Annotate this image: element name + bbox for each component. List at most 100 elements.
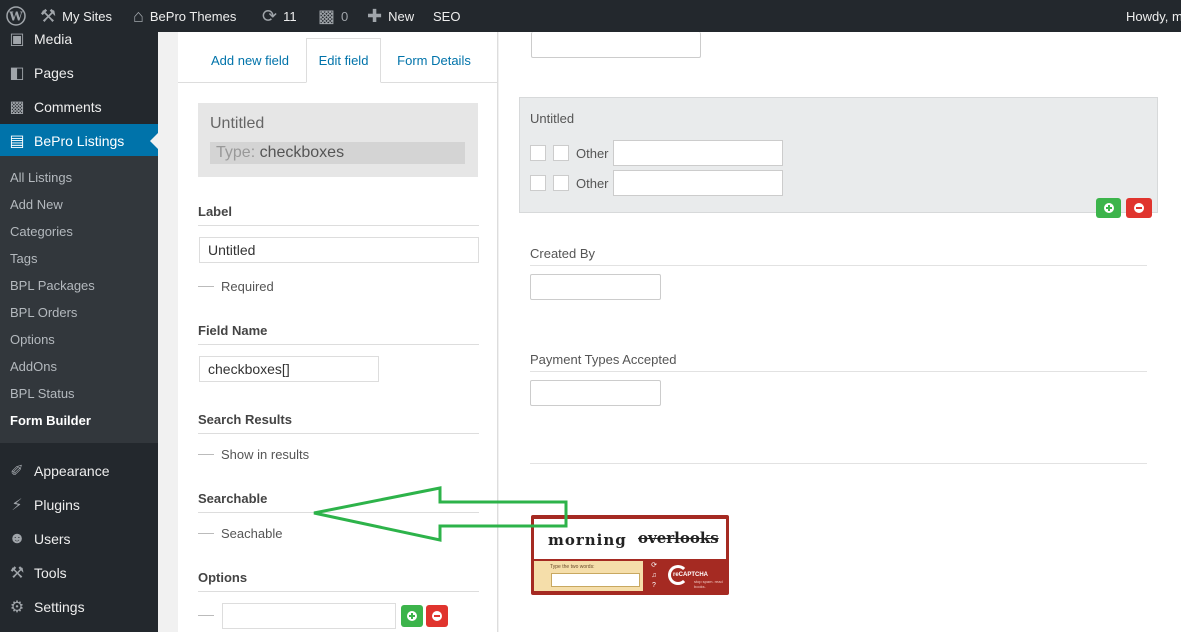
preview-checkbox[interactable] [553,175,569,191]
preview-field-title: Untitled [530,111,575,126]
preview-checkbox-field[interactable]: Untitled Other Other [519,97,1158,218]
sidebar-item-users[interactable]: ☻ Users [0,522,158,556]
tab-edit-field[interactable]: Edit field [306,38,381,83]
searchable-label: Seachable [221,526,283,541]
submenu-item-bpl-orders[interactable]: BPL Orders [10,305,77,320]
preview-checkbox[interactable] [553,145,569,161]
sidebar-item-media[interactable]: ▣ Media [0,22,158,56]
tab-form-details[interactable]: Form Details [386,38,482,83]
preview-option-label: Other [576,145,609,161]
sidebar-item-plugins[interactable]: ⚡ Plugins [0,488,158,522]
field-type-prefix: Type: [216,144,260,161]
editor-tabs: Add new field Edit field Form Details [178,32,498,83]
option-input[interactable] [222,603,396,629]
sidebar-item-label: Appearance [34,463,110,479]
label-heading: Label [198,204,232,219]
account-menu[interactable]: Howdy, m [1126,0,1181,32]
submenu-item-all-listings[interactable]: All Listings [10,170,72,185]
submenu-item-bpl-packages[interactable]: BPL Packages [10,278,95,293]
add-option-button[interactable] [401,605,423,627]
searchable-option[interactable]: Seachable [198,526,282,541]
field-card-type: Type: checkboxes [210,142,465,164]
sidebar-item-label: Media [34,31,73,47]
label-input[interactable]: Untitled [199,237,479,263]
sidebar-item-tools[interactable]: ⚒ Tools [0,556,158,590]
plug-icon: ⚡ [11,497,23,514]
seo-menu[interactable]: SEO [433,0,460,32]
required-option[interactable]: Required [198,279,274,294]
audio-icon[interactable]: ♫ [648,572,660,580]
submenu-item-options[interactable]: Options [10,332,55,347]
sidebar-item-comments[interactable]: ▩ Comments [0,90,158,124]
sidebar-item-pages[interactable]: ◧ Pages [0,56,158,90]
captcha-answer-box: Type the two words: [534,561,643,591]
divider [530,371,1147,372]
tab-add-new-field[interactable]: Add new field [198,38,302,83]
preview-option-row: Other [530,140,783,166]
submenu-item-add-new[interactable]: Add New [10,197,63,212]
remove-option-button[interactable] [426,605,448,627]
seo-label: SEO [433,8,461,24]
payment-types-label: Payment Types Accepted [530,352,677,367]
comments-menu[interactable]: ▩ 0 [318,0,348,32]
paintbrush-icon: ✐ [10,463,24,480]
divider [530,463,1147,464]
speech-bubble-icon: ▩ [318,5,336,26]
sidebar-item-appearance[interactable]: ✐ Appearance [0,454,158,488]
payment-types-input[interactable] [530,380,661,406]
show-in-results-label: Show in results [221,447,310,462]
selected-field-card[interactable]: Untitled Type: checkboxes [198,103,478,177]
preview-checkbox[interactable] [530,145,546,161]
preview-field-input-partial[interactable] [531,32,701,58]
bepro-listings-submenu: All Listings Add New Categories Tags BPL… [0,156,158,443]
admin-bar: W ⚒ My Sites ⌂ BePro Themes ⟳ 11 ▩ 0 ✚ N… [0,0,1181,32]
new-label: New [388,8,415,24]
searchable-heading: Searchable [198,491,268,506]
site-name-label: BePro Themes [149,8,237,24]
captcha-tagline: stop spam. read books. [694,579,723,589]
updates-menu[interactable]: ⟳ 11 [262,0,297,32]
admin-sidebar: ▣ Media ◧ Pages ▩ Comments ▤ BePro Listi… [0,31,158,632]
sidebar-item-bepro-listings[interactable]: ▤ BePro Listings [0,124,158,158]
preview-option-row: Other [530,170,783,196]
preview-option-input[interactable] [612,170,783,196]
dash-marker [198,454,214,455]
field-name-input[interactable]: checkboxes[] [199,356,379,382]
preview-checkbox[interactable] [530,175,546,191]
sidebar-item-label: Plugins [34,497,80,513]
refresh-icon[interactable]: ⟳ [648,562,660,570]
minus-circle-icon [432,611,442,621]
option-row [198,615,221,616]
submenu-item-bpl-status[interactable]: BPL Status [10,386,75,401]
sidebar-item-label: Pages [34,65,74,81]
pages-icon: ◧ [9,65,25,82]
created-by-input[interactable] [530,274,661,300]
divider [198,225,479,226]
sidebar-item-label: Settings [34,599,85,615]
plus-icon: ✚ [367,5,383,26]
submenu-item-tags[interactable]: Tags [10,251,37,266]
refresh-icon: ⟳ [262,5,278,26]
remove-field-button[interactable] [1126,198,1152,218]
required-label: Required [221,279,274,294]
sidebar-item-settings[interactable]: ⚙ Settings [0,590,158,624]
help-icon[interactable]: ? [648,582,660,590]
comments-count: 0 [341,8,349,24]
sidebar-item-label: Tools [34,565,67,581]
show-in-results-option[interactable]: Show in results [198,447,309,462]
submenu-item-addons[interactable]: AddOns [10,359,57,374]
submenu-item-form-builder[interactable]: Form Builder [10,413,91,428]
dash-marker [198,615,214,616]
preview-option-input[interactable] [612,140,783,166]
new-content-menu[interactable]: ✚ New [367,0,414,32]
plus-circle-icon [1103,203,1114,213]
add-field-button[interactable] [1096,198,1121,218]
field-type-value: checkboxes [259,144,345,161]
sidebar-item-label: Comments [34,99,102,115]
wrench-icon: ⚒ [9,565,25,582]
submenu-item-categories[interactable]: Categories [10,224,73,239]
captcha-input[interactable] [551,573,640,587]
divider [198,591,479,592]
media-icon: ▣ [9,31,25,48]
dash-marker [198,533,214,534]
